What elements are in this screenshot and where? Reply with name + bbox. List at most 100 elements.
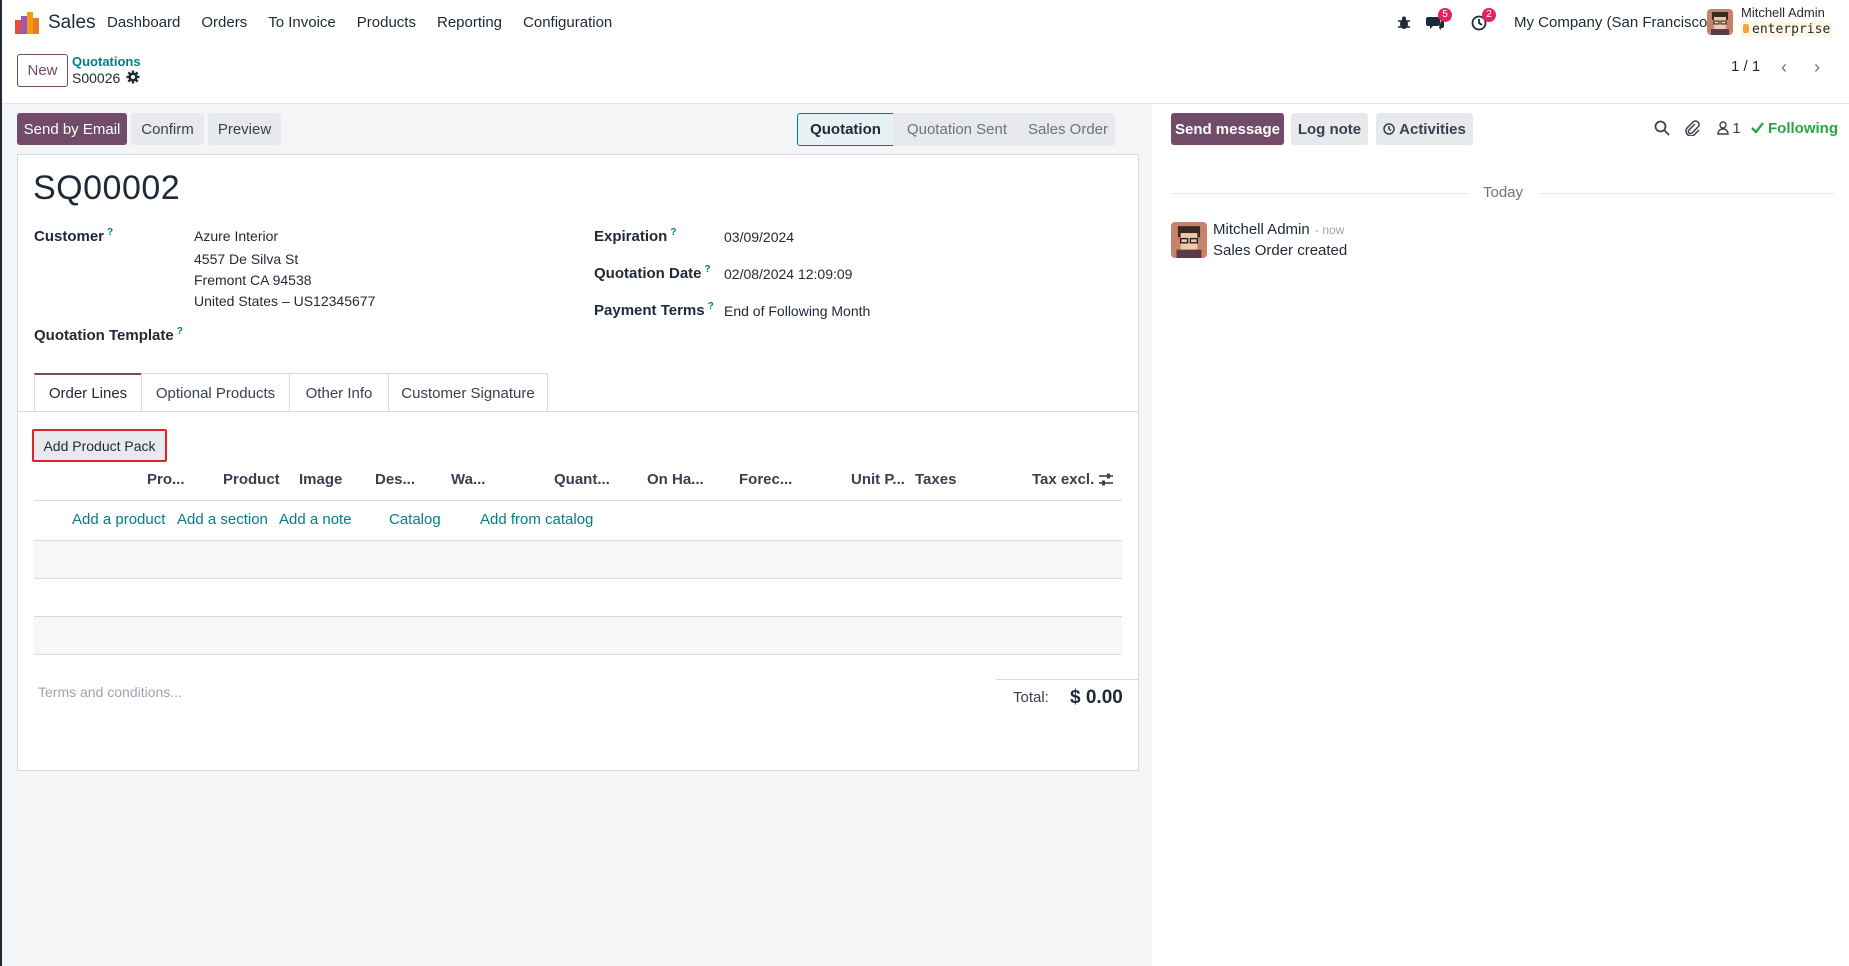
send-by-email-button[interactable]: Send by Email — [17, 113, 127, 145]
column-on-hand[interactable]: On Ha... — [647, 471, 707, 488]
user-name[interactable]: Mitchell Admin — [1741, 5, 1825, 20]
column-unit-price[interactable]: Unit P... — [851, 471, 906, 488]
search-icon[interactable] — [1652, 118, 1672, 138]
database-label: enterprise — [1752, 22, 1831, 37]
breadcrumb-quotations[interactable]: Quotations — [72, 54, 141, 69]
new-button[interactable]: New — [17, 54, 68, 87]
status-bar: Quotation Quotation Sent Sales Order — [797, 113, 1115, 146]
paperclip-icon[interactable] — [1682, 118, 1702, 138]
column-quantity[interactable]: Quant... — [554, 471, 614, 488]
empty-table-row — [34, 541, 1122, 579]
menu-configuration[interactable]: Configuration — [523, 14, 612, 31]
customer-name[interactable]: Azure Interior — [194, 228, 278, 244]
expiration-label: Expiration? — [594, 227, 676, 245]
tab-other-info[interactable]: Other Info — [289, 373, 389, 412]
stage-sales-order[interactable]: Sales Order — [1009, 113, 1115, 146]
column-warehouse[interactable]: Wa... — [451, 471, 491, 488]
top-navbar: Sales Dashboard Orders To Invoice Produc… — [0, 0, 1849, 46]
add-a-note-link[interactable]: Add a note — [279, 511, 352, 528]
menu-dashboard[interactable]: Dashboard — [107, 14, 180, 31]
quotation-template-label-text: Quotation Template — [34, 327, 174, 344]
catalog-link[interactable]: Catalog — [389, 511, 441, 528]
send-message-button[interactable]: Send message — [1171, 113, 1284, 145]
customer-address-street: 4557 De Silva St — [194, 251, 299, 267]
customer-address-country: United States – US12345677 — [194, 293, 376, 309]
total-label: Total: — [1013, 689, 1049, 706]
tab-customer-signature[interactable]: Customer Signature — [388, 373, 548, 412]
table-row-border — [34, 578, 1122, 579]
app-name[interactable]: Sales — [48, 12, 96, 34]
activities-label: Activities — [1399, 120, 1466, 138]
menu-orders[interactable]: Orders — [201, 14, 247, 31]
pager-previous-icon[interactable]: ‹ — [1773, 56, 1795, 78]
user-avatar[interactable] — [1707, 9, 1733, 35]
tab-optional-products[interactable]: Optional Products — [141, 373, 290, 412]
add-product-pack-button[interactable]: Add Product Pack — [32, 429, 167, 462]
column-forecast[interactable]: Forec... — [739, 471, 794, 488]
menu-reporting[interactable]: Reporting — [437, 14, 502, 31]
follower-user-icon — [1717, 121, 1730, 135]
activities-badge: 2 — [1482, 8, 1496, 22]
table-header-border — [34, 500, 1122, 501]
clock-icon — [1383, 123, 1395, 135]
following-toggle[interactable]: Following — [1751, 120, 1838, 137]
debug-bug-icon[interactable] — [1393, 12, 1415, 34]
check-icon — [1751, 122, 1764, 134]
quotation-date-label-text: Quotation Date — [594, 265, 702, 282]
column-image[interactable]: Image — [299, 471, 349, 488]
quotation-date-field[interactable]: 02/08/2024 12:09:09 — [724, 266, 852, 282]
tab-order-lines[interactable]: Order Lines — [34, 373, 142, 412]
payment-terms-help-icon[interactable]: ? — [708, 301, 714, 312]
column-taxes[interactable]: Taxes — [915, 471, 965, 488]
customer-help-icon[interactable]: ? — [107, 227, 113, 238]
quotation-date-label: Quotation Date? — [594, 264, 711, 282]
total-separator — [996, 679, 1138, 680]
activities-clock-icon[interactable]: 2 — [1468, 8, 1496, 34]
terms-and-conditions-field[interactable]: Terms and conditions... — [38, 684, 182, 700]
message-author[interactable]: Mitchell Admin — [1213, 221, 1310, 238]
optional-columns-toggle-icon[interactable] — [1098, 472, 1114, 488]
column-description[interactable]: Des... — [375, 471, 420, 488]
menu-to-invoice[interactable]: To Invoice — [268, 14, 336, 31]
template-help-icon[interactable]: ? — [177, 326, 183, 337]
column-tax-excluded[interactable]: Tax excl. — [1032, 471, 1102, 488]
activities-button[interactable]: Activities — [1376, 113, 1473, 145]
stage-quotation[interactable]: Quotation — [797, 113, 894, 146]
empty-table-row — [34, 617, 1122, 655]
quotation-date-help-icon[interactable]: ? — [705, 264, 711, 275]
gear-icon[interactable] — [126, 70, 140, 84]
column-product-sequence[interactable]: Pro... — [147, 471, 187, 488]
pager-next-icon[interactable]: › — [1806, 56, 1828, 78]
customer-label: Customer? — [34, 227, 113, 245]
customer-address-city: Fremont CA 94538 — [194, 272, 312, 288]
messages-icon[interactable]: 5 — [1424, 8, 1452, 34]
customer-label-text: Customer — [34, 228, 105, 245]
pager-value[interactable]: 1 / 1 — [1731, 58, 1760, 75]
add-a-product-link[interactable]: Add a product — [72, 511, 165, 528]
message-author-avatar[interactable] — [1171, 222, 1207, 258]
stage-quotation-sent[interactable]: Quotation Sent — [893, 113, 1009, 146]
followers-button[interactable]: 1 — [1713, 118, 1745, 138]
payment-terms-field[interactable]: End of Following Month — [724, 303, 870, 319]
payment-terms-label-text: Payment Terms — [594, 302, 705, 319]
menu-products[interactable]: Products — [357, 14, 416, 31]
confirm-button[interactable]: Confirm — [131, 113, 204, 145]
column-product[interactable]: Product — [223, 471, 283, 488]
company-switcher[interactable]: My Company (San Francisco) — [1514, 14, 1712, 31]
log-note-button[interactable]: Log note — [1291, 113, 1368, 145]
table-row-border — [34, 654, 1122, 655]
message-time: - now — [1315, 223, 1345, 237]
date-separator-line-left — [1171, 193, 1468, 194]
main-menu: Dashboard Orders To Invoice Products Rep… — [107, 14, 633, 31]
sales-app-icon[interactable] — [15, 12, 39, 34]
expiration-label-text: Expiration — [594, 228, 668, 245]
form-sheet — [17, 154, 1139, 771]
expiration-help-icon[interactable]: ? — [670, 227, 676, 238]
expiration-field[interactable]: 03/09/2024 — [724, 229, 794, 245]
preview-button[interactable]: Preview — [208, 113, 281, 145]
messages-badge: 5 — [1438, 8, 1452, 22]
add-a-section-link[interactable]: Add a section — [177, 511, 268, 528]
add-from-catalog-link[interactable]: Add from catalog — [480, 511, 593, 528]
date-separator: Today — [1483, 184, 1524, 201]
total-amount: $ 0.00 — [1070, 687, 1123, 708]
